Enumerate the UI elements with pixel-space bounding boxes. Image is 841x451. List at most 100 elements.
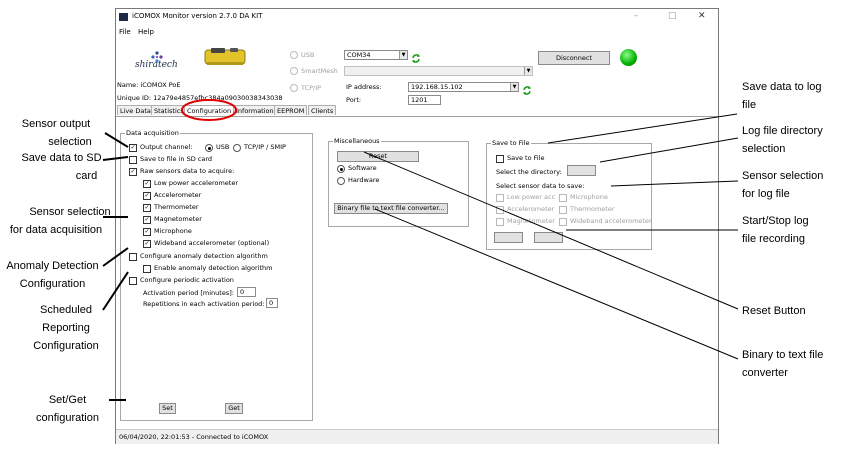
refresh-icon[interactable] xyxy=(411,49,421,63)
sensor-lp-accel-checkbox[interactable]: ✓ xyxy=(143,180,151,188)
smartmesh-radio[interactable] xyxy=(290,67,298,75)
annotation-reset: Reset Button xyxy=(742,302,841,320)
status-bar: 06/04/2020, 22:01:53 - Connected to iCOM… xyxy=(116,429,718,444)
sensor-accel-checkbox[interactable]: ✓ xyxy=(143,192,151,200)
unique-id: Unique ID: 12a79e4857efbc384a09030038343… xyxy=(117,94,283,102)
app-window: iCOMOX Monitor version 2.7.0 DA KIT – □ … xyxy=(115,8,719,444)
port-input[interactable]: 1201 xyxy=(408,95,441,105)
annotation-setget: Set/Get configuration xyxy=(30,391,105,427)
log-wideband-checkbox[interactable] xyxy=(559,218,567,226)
refresh-icon[interactable] xyxy=(522,81,532,95)
ip-value: 192.168.15.102 xyxy=(411,83,463,91)
usb-radio[interactable] xyxy=(290,51,298,59)
log-thermo-label: Thermometer xyxy=(570,205,615,213)
tab-statistics[interactable]: Statistics xyxy=(151,105,187,115)
sensor-thermo-checkbox[interactable]: ✓ xyxy=(143,204,151,212)
annotation-sensor-acq-line1: Sensor selection xyxy=(29,206,111,218)
activation-period-input[interactable]: 0 xyxy=(237,287,256,297)
save-to-file-checkbox[interactable] xyxy=(496,155,504,163)
enable-anomaly-label: Enable anomaly detection algorithm xyxy=(154,264,273,272)
annotation-save-log-line1: Save data to log xyxy=(742,81,822,93)
sensor-mic-label: Microphone xyxy=(154,227,192,235)
periodic-config-label: Configure periodic activation xyxy=(140,276,234,284)
get-button[interactable]: Get xyxy=(225,403,243,414)
tab-configuration[interactable]: Configuration xyxy=(184,105,235,115)
tab-live-data[interactable]: Live Data xyxy=(117,105,154,115)
annotation-startstop-line1: Start/Stop log xyxy=(742,215,809,227)
tab-eeprom[interactable]: EEPROM xyxy=(274,105,308,115)
output-tcp-label: TCP/IP / SMIP xyxy=(244,143,286,151)
anomaly-config-checkbox[interactable] xyxy=(129,253,137,261)
annotation-anomaly-line1: Anomaly Detection xyxy=(6,260,99,272)
sensor-wideband-checkbox[interactable]: ✓ xyxy=(143,240,151,248)
log-lp-acc-label: Low power acc xyxy=(507,193,556,201)
com-port-value: COM34 xyxy=(347,51,371,59)
annotation-log-dir-line1: Log file directory xyxy=(742,125,823,137)
periodic-config-checkbox[interactable] xyxy=(129,277,137,285)
save-sd-checkbox[interactable] xyxy=(129,156,137,164)
tcpip-radio[interactable] xyxy=(290,84,298,92)
annotation-reset-line1: Reset Button xyxy=(742,305,806,317)
annotation-save-log-line2: file xyxy=(742,99,757,111)
save-sd-label: Save to file in SD card xyxy=(140,155,213,163)
menu-help[interactable]: Help xyxy=(138,28,154,36)
ip-address-select[interactable]: 192.168.15.102 ▼ xyxy=(408,82,519,92)
save-to-file-title: Save to File xyxy=(491,139,531,147)
sensor-magneto-checkbox[interactable]: ✓ xyxy=(143,216,151,224)
annotation-startstop-line2: file recording xyxy=(742,233,805,245)
log-magneto-checkbox[interactable] xyxy=(496,218,504,226)
output-usb-radio[interactable] xyxy=(205,144,213,152)
disconnect-button[interactable]: Disconnect xyxy=(538,51,610,65)
start-log-button[interactable] xyxy=(494,232,523,243)
raw-sensors-checkbox[interactable]: ✓ xyxy=(129,168,137,176)
close-button[interactable]: ✕ xyxy=(698,11,706,21)
repetitions-label: Repetitions in each activation period: xyxy=(143,300,265,308)
set-button[interactable]: Set xyxy=(159,403,176,414)
title-bar: iCOMOX Monitor version 2.7.0 DA KIT – □ … xyxy=(116,9,718,26)
activation-period-label: Activation period [minutes]: xyxy=(143,289,234,297)
select-directory-button[interactable] xyxy=(567,165,596,176)
stop-log-button[interactable] xyxy=(534,232,563,243)
anomaly-config-label: Configure anomaly detection algorithm xyxy=(140,252,268,260)
logo-text: shiratech xyxy=(135,60,178,70)
annotation-startstop: Start/Stop log file recording xyxy=(742,212,841,248)
log-accel-checkbox[interactable] xyxy=(496,206,504,214)
sensor-magneto-label: Magnetometer xyxy=(154,215,202,223)
repetitions-input[interactable]: 0 xyxy=(266,298,278,308)
tab-clients[interactable]: Clients xyxy=(308,105,337,115)
com-port-select[interactable]: COM34 ▼ xyxy=(344,50,408,60)
port-label: Port: xyxy=(346,96,362,104)
annotation-scheduled-line1: Scheduled xyxy=(40,304,92,316)
annotation-log-dir: Log file directory selection xyxy=(742,122,841,158)
configuration-panel: Data acquisition ✓ Output channel: USB T… xyxy=(116,117,718,429)
log-accel-label: Accelerometer xyxy=(507,205,555,213)
log-thermo-checkbox[interactable] xyxy=(559,206,567,214)
log-mic-checkbox[interactable] xyxy=(559,194,567,202)
reset-hardware-radio[interactable] xyxy=(337,177,345,185)
annotation-anomaly: Anomaly Detection Configuration xyxy=(0,257,105,293)
annotation-sensor-log-line1: Sensor selection xyxy=(742,170,824,182)
annotation-anomaly-line2: Configuration xyxy=(19,278,86,290)
reset-software-radio[interactable] xyxy=(337,165,345,173)
menu-file[interactable]: File xyxy=(119,28,131,36)
annotation-binary: Binary to text file converter xyxy=(742,346,841,382)
select-directory-label: Select the directory: xyxy=(496,168,562,176)
sensor-accel-label: Accelerometer xyxy=(154,191,202,199)
output-tcp-radio[interactable] xyxy=(233,144,241,152)
log-lp-acc-checkbox[interactable] xyxy=(496,194,504,202)
maximize-button[interactable]: □ xyxy=(668,11,677,21)
enable-anomaly-checkbox[interactable] xyxy=(143,265,151,273)
miscellaneous-title: Miscellaneous xyxy=(333,137,381,145)
port-value: 1201 xyxy=(411,96,428,104)
output-channel-checkbox[interactable]: ✓ xyxy=(129,144,137,152)
minimize-button[interactable]: – xyxy=(634,11,639,21)
annotation-sensor-output: Sensor output selection xyxy=(0,115,112,151)
binary-converter-button[interactable]: Binary file to text file converter... xyxy=(334,203,448,214)
sensor-lp-accel-label: Low power accelerometer xyxy=(154,179,239,187)
annotation-save-sd-line1: Save data to SD xyxy=(21,152,102,164)
reset-button[interactable]: Reset xyxy=(337,151,419,162)
sensor-mic-checkbox[interactable]: ✓ xyxy=(143,228,151,236)
tab-information[interactable]: Information xyxy=(233,105,277,115)
smartmesh-select[interactable]: ▼ xyxy=(344,66,533,76)
menu-bar: File Help xyxy=(116,26,718,39)
